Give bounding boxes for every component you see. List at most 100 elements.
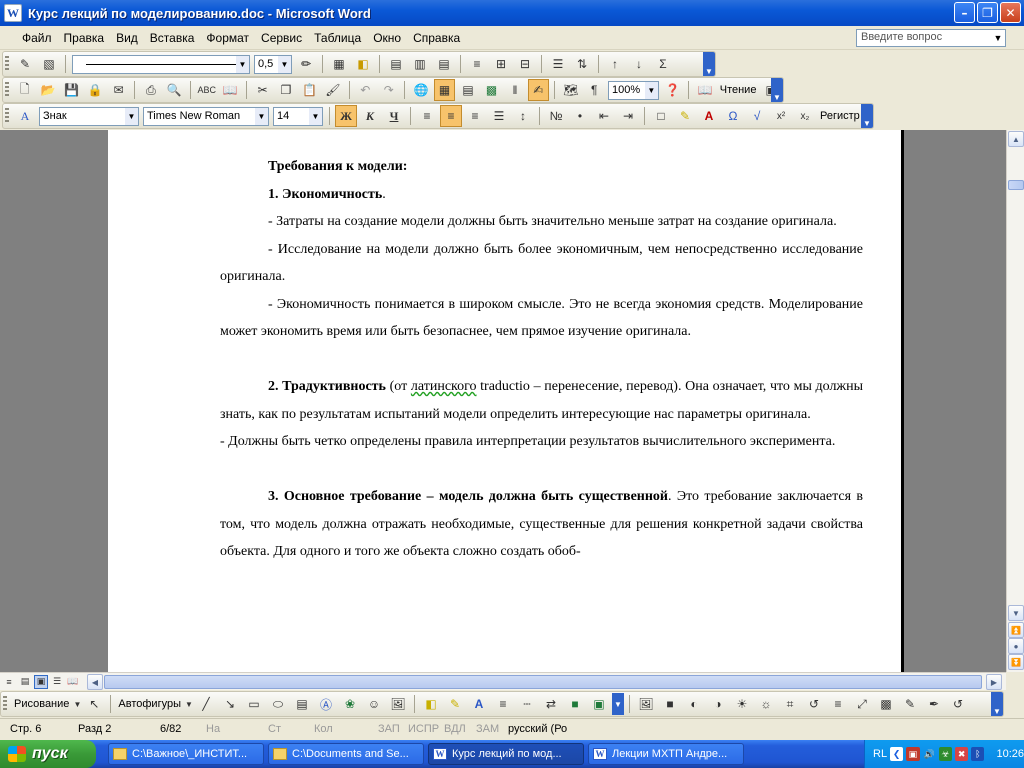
align-left-icon[interactable]: ≡	[416, 105, 438, 127]
autoshapes-menu-button[interactable]: Автофигуры	[118, 698, 181, 710]
eraser-icon[interactable]: ▧	[38, 53, 60, 75]
arrow-icon[interactable]: ↘	[219, 693, 241, 715]
toolbar-grip[interactable]	[5, 56, 9, 72]
more-contrast-icon[interactable]: ◐	[683, 693, 705, 715]
menu-grip[interactable]	[2, 29, 16, 47]
paste-icon[interactable]: 📋	[299, 79, 320, 101]
copy-icon[interactable]: ❐	[275, 79, 296, 101]
styles-formatting-icon[interactable]: A	[14, 105, 36, 127]
scroll-down-icon[interactable]: ▼	[1008, 605, 1024, 621]
draw-menu-button[interactable]: Рисование	[14, 698, 69, 710]
document-area[interactable]: Требования к модели: 1. Экономичность. -…	[0, 130, 1006, 672]
toolbar-grip[interactable]	[3, 696, 7, 712]
document-page[interactable]: Требования к модели: 1. Экономичность. -…	[108, 130, 904, 672]
picture-icon[interactable]: 🖼	[387, 693, 409, 715]
research-icon[interactable]: 📖	[219, 79, 240, 101]
horizontal-scrollbar[interactable]: ◀ ▶	[86, 674, 1004, 690]
border-color-icon[interactable]: ✏	[295, 53, 317, 75]
scroll-left-icon[interactable]: ◀	[87, 674, 103, 690]
open-folder-icon[interactable]: 📂	[37, 79, 58, 101]
menu-insert[interactable]: Вставка	[144, 29, 201, 47]
autosum-icon[interactable]: Σ	[652, 53, 674, 75]
language-indicator[interactable]: RL	[873, 748, 887, 760]
subscript-icon[interactable]: x₂	[794, 105, 816, 127]
reset-picture-icon[interactable]: ↺	[947, 693, 969, 715]
start-button[interactable]: пуск	[0, 740, 96, 768]
print-layout-icon[interactable]: ▣	[34, 674, 48, 689]
outline-view-icon[interactable]: ☰	[50, 675, 64, 689]
fill-color-icon[interactable]: ◧	[420, 693, 442, 715]
align-cells-icon[interactable]: ≡	[466, 53, 488, 75]
toolbar-options-icon[interactable]: ▼	[771, 78, 783, 102]
less-brightness-icon[interactable]: ☼	[755, 693, 777, 715]
network-icon[interactable]: ▣	[906, 747, 920, 761]
underline-button[interactable]: Ч	[383, 105, 405, 127]
scroll-right-icon[interactable]: ▶	[986, 674, 1002, 690]
sort-ascending-icon[interactable]: ↑	[604, 53, 626, 75]
minimize-button[interactable]: –	[954, 2, 975, 23]
menu-tools[interactable]: Сервис	[255, 29, 308, 47]
line-color-icon[interactable]: ✎	[444, 693, 466, 715]
rectangle-icon[interactable]: ▭	[243, 693, 265, 715]
font-color-icon[interactable]: A	[468, 693, 490, 715]
text-wrapping-icon[interactable]: ▩	[875, 693, 897, 715]
status-overtype[interactable]: ЗАМ	[476, 723, 499, 735]
increase-indent-icon[interactable]: ⇥	[617, 105, 639, 127]
status-at[interactable]: На	[206, 723, 220, 735]
taskbar-item-folder-documents[interactable]: C:\Documents and Se...	[268, 743, 424, 765]
color-icon[interactable]: ■	[659, 693, 681, 715]
font-size-select[interactable]: 14 ▼	[273, 106, 323, 126]
more-brightness-icon[interactable]: ☀	[731, 693, 753, 715]
scroll-up-icon[interactable]: ▲	[1008, 131, 1024, 147]
close-button[interactable]: ✕	[1000, 2, 1021, 23]
undo-icon[interactable]: ↶	[355, 79, 376, 101]
toolbar-grip[interactable]	[5, 82, 9, 98]
align-center-icon[interactable]: ≡	[440, 105, 462, 127]
split-cells-icon[interactable]: ▤	[433, 53, 455, 75]
format-picture-icon[interactable]: ✎	[899, 693, 921, 715]
ask-question-input[interactable]: Введите вопрос	[856, 29, 1006, 47]
highlight-icon[interactable]: ✎	[674, 105, 696, 127]
status-page[interactable]: Стр. 6	[10, 723, 41, 735]
antivirus-icon[interactable]: ☣	[938, 747, 952, 761]
taskbar-item-folder-institute[interactable]: C:\Важное\_ИНСТИТ...	[108, 743, 264, 765]
tray-show-icon[interactable]: ❮	[890, 747, 904, 761]
toolbar-options-icon[interactable]: ▼	[861, 104, 873, 128]
insert-table-icon[interactable]: ▤	[457, 79, 478, 101]
maximize-button[interactable]: ❐	[977, 2, 998, 23]
toolbar-options-icon[interactable]: ▼	[612, 693, 624, 715]
clipart-icon[interactable]: ☺	[363, 693, 385, 715]
oval-icon[interactable]: ⬭	[267, 693, 289, 715]
read-button-label[interactable]: Чтение	[720, 84, 757, 96]
toolbar-options-icon[interactable]: ▼	[703, 52, 715, 76]
distribute-rows-icon[interactable]: ⊞	[490, 53, 512, 75]
browse-object-icon[interactable]: ●	[1008, 638, 1024, 654]
numbering-icon[interactable]: №	[545, 105, 567, 127]
spelling-icon[interactable]: ABC	[196, 79, 217, 101]
speaker-icon[interactable]: 🔊	[923, 747, 936, 761]
outside-border-icon[interactable]: □	[650, 105, 672, 127]
compress-icon[interactable]: ⤢	[851, 693, 873, 715]
redo-icon[interactable]: ↷	[378, 79, 399, 101]
equation-icon[interactable]: √	[746, 105, 768, 127]
next-page-icon[interactable]: ⏬	[1008, 654, 1024, 670]
drawing-toggle-icon[interactable]: ✍	[527, 79, 550, 101]
vertical-scroll-thumb[interactable]	[1008, 180, 1024, 190]
format-painter-icon[interactable]: 🖌	[322, 79, 343, 101]
superscript-icon[interactable]: x²	[770, 105, 792, 127]
clock[interactable]: 10:26	[996, 748, 1024, 760]
grammar-flag-word[interactable]: латинского	[411, 379, 477, 394]
taskbar-item-word-course[interactable]: W Курс лекций по мод...	[428, 743, 584, 765]
zoom-select[interactable]: 100% ▼	[608, 80, 659, 100]
read-icon[interactable]: 📖	[694, 79, 715, 101]
ask-dropdown-icon[interactable]: ▼	[992, 30, 1004, 46]
align-right-icon[interactable]: ≡	[464, 105, 486, 127]
previous-page-icon[interactable]: ⏫	[1008, 622, 1024, 638]
vertical-scrollbar[interactable]: ▲ ▼ ⏫ ● ⏬	[1006, 130, 1024, 672]
rotate-icon[interactable]: ↺	[803, 693, 825, 715]
table-autoformat-icon[interactable]: ☰	[547, 53, 569, 75]
tables-borders-toggle-icon[interactable]: ▦	[433, 79, 456, 101]
print-icon[interactable]: ⎙	[140, 79, 161, 101]
shading-color-icon[interactable]: ◧	[352, 53, 374, 75]
style-select[interactable]: Знак ▼	[39, 106, 139, 126]
